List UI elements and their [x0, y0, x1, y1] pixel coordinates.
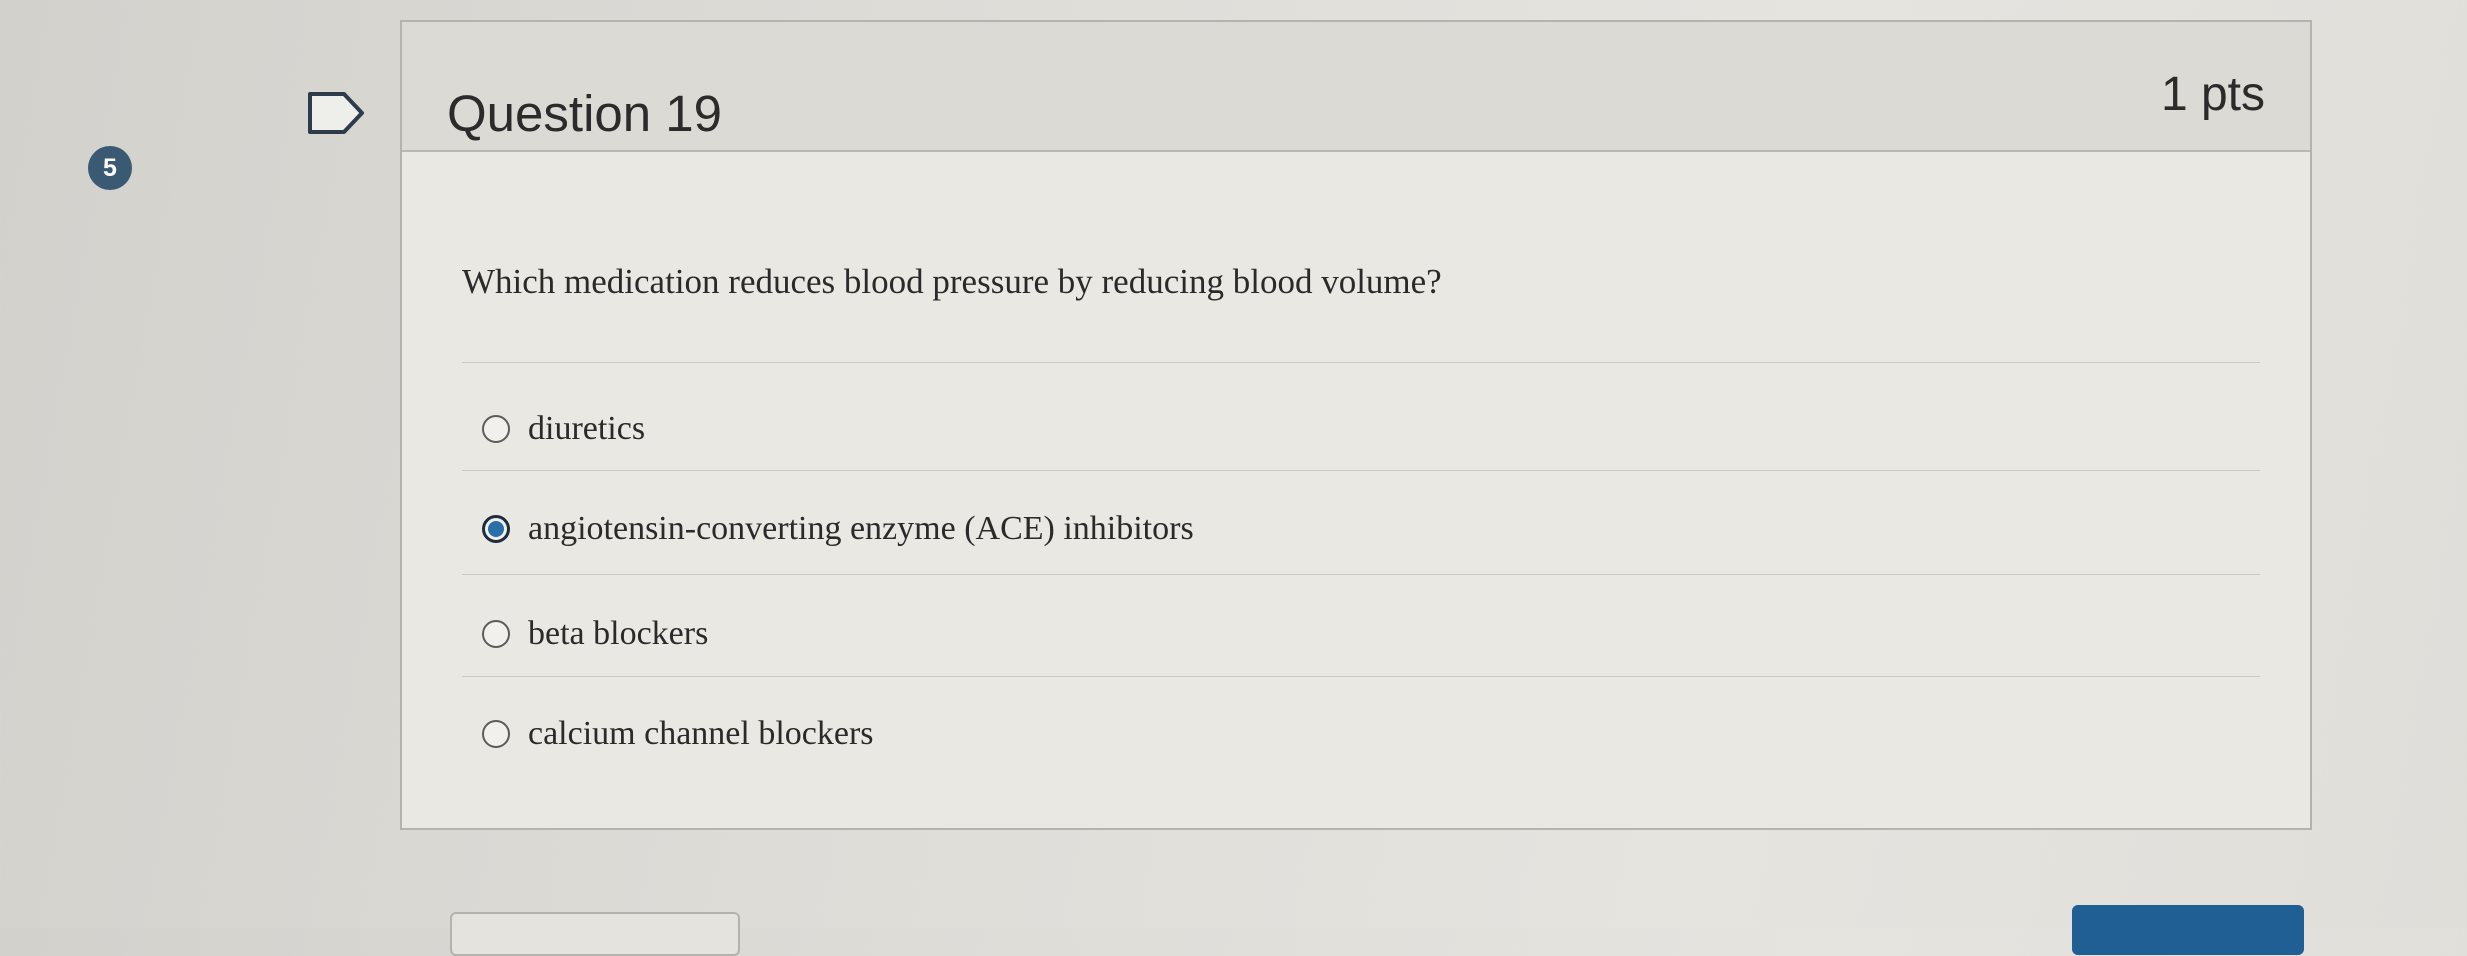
divider [462, 574, 2260, 575]
question-card: Question 19 1 pts Which medication reduc… [400, 20, 2312, 830]
divider [462, 676, 2260, 677]
question-header: Question 19 1 pts [402, 22, 2310, 152]
previous-button[interactable] [450, 912, 740, 956]
question-number-badge: 5 [88, 146, 132, 190]
answer-label: diuretics [528, 410, 646, 447]
divider [462, 362, 2260, 363]
radio-icon[interactable] [482, 720, 510, 748]
question-title: Question 19 [447, 85, 723, 142]
flag-icon[interactable] [306, 90, 368, 136]
divider [462, 470, 2260, 471]
answer-option-diuretics[interactable]: diuretics [482, 410, 645, 448]
radio-icon[interactable] [482, 415, 510, 443]
next-button[interactable] [2072, 905, 2304, 955]
answer-option-ace-inhibitors[interactable]: angiotensin-converting enzyme (ACE) inhi… [482, 510, 1194, 548]
radio-icon[interactable] [482, 620, 510, 648]
question-text: Which medication reduces blood pressure … [462, 262, 1442, 301]
answer-label: beta blockers [528, 615, 709, 652]
answer-label: angiotensin-converting enzyme (ACE) inhi… [528, 510, 1194, 547]
answer-option-beta-blockers[interactable]: beta blockers [482, 615, 708, 653]
answer-label: calcium channel blockers [528, 715, 874, 752]
radio-selected-icon[interactable] [482, 515, 510, 543]
answer-option-calcium-channel-blockers[interactable]: calcium channel blockers [482, 715, 874, 753]
question-points: 1 pts [2160, 68, 2265, 121]
